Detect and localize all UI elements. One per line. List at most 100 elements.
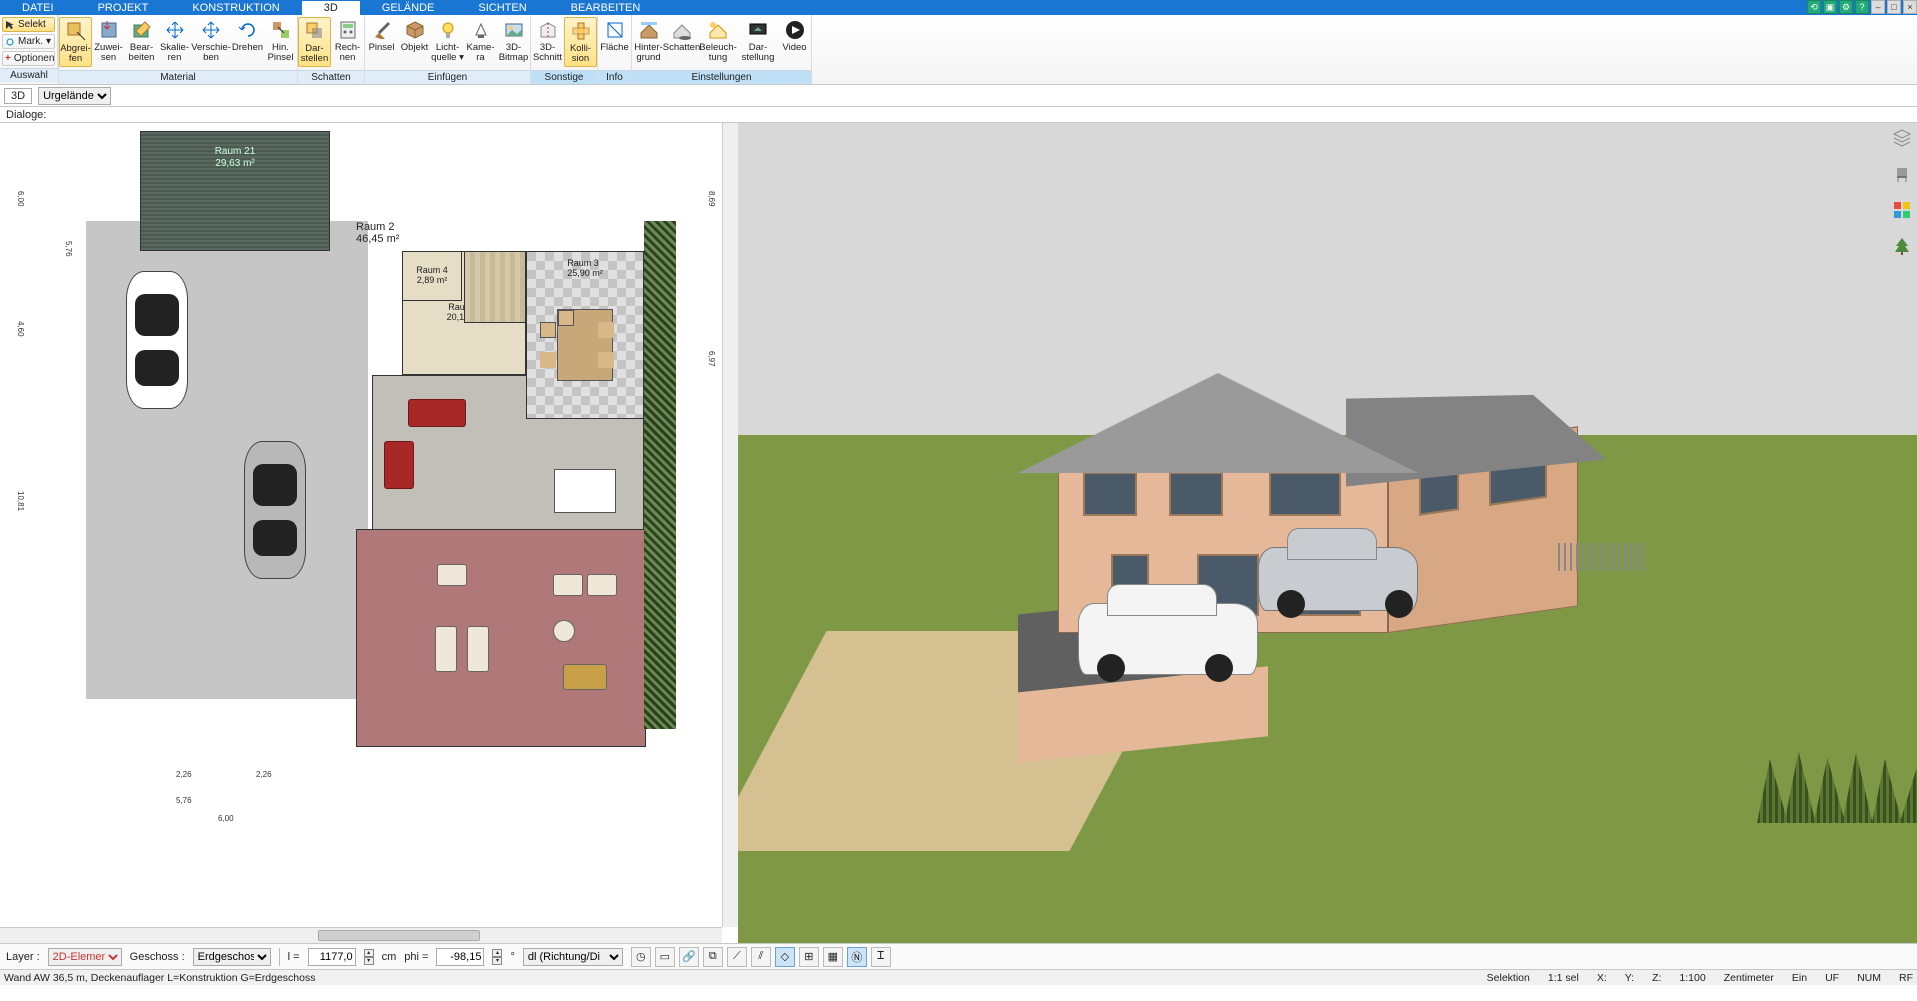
status-z: Z:	[1652, 972, 1661, 984]
phi-label: phi =	[404, 951, 428, 963]
maximize-icon[interactable]: □	[1887, 0, 1901, 14]
status-unit: Zentimeter	[1724, 972, 1774, 984]
minimize-icon[interactable]: –	[1871, 0, 1885, 14]
garage-roof: Raum 2129,63 m²	[140, 131, 330, 251]
snap-circle-icon[interactable]: Ⓝ	[847, 947, 867, 967]
sync-icon[interactable]: ⟲	[1807, 0, 1821, 14]
3d-bitmap-button[interactable]: 3D- Bitmap	[497, 17, 530, 65]
tree-icon[interactable]	[1891, 235, 1913, 257]
snap-parallel-icon[interactable]: ⫽	[751, 947, 771, 967]
floorplan-view[interactable]: Raum 2129,63 m² Raum 120,11 m² Raum 42,8…	[0, 123, 738, 943]
darstellen-button[interactable]: Dar- stellen	[298, 17, 331, 67]
status-y: Y:	[1625, 972, 1634, 984]
snap-endpoint-icon[interactable]: ◇	[775, 947, 795, 967]
status-x: X:	[1597, 972, 1607, 984]
group-label-sonstige: Sonstige	[531, 70, 597, 84]
3d-schnitt-button[interactable]: 3D- Schnitt	[531, 17, 564, 65]
close-icon[interactable]: ×	[1903, 0, 1917, 14]
window-controls: ⟲ ▣ ⚙ ? – □ ×	[1807, 0, 1917, 14]
snap-grid2-icon[interactable]: ▦	[823, 947, 843, 967]
boxes-icon[interactable]: ⧉	[703, 947, 723, 967]
dim-label: 6,97	[707, 351, 716, 367]
layer-dropdown[interactable]: Urgelände	[38, 87, 111, 105]
link-icon[interactable]: 🔗	[679, 947, 699, 967]
pinsel-button[interactable]: Pinsel	[365, 17, 398, 55]
scrollbar-vertical[interactable]	[722, 123, 738, 927]
sofa-2	[384, 441, 414, 489]
lichtquelle-button[interactable]: Licht- quelle ▾	[431, 17, 464, 65]
desk	[554, 469, 616, 513]
menu-tab-3d[interactable]: 3D	[302, 1, 360, 15]
menu-tab-konstruktion[interactable]: KONSTRUKTION	[170, 1, 301, 15]
menu-tab-datei[interactable]: DATEI	[0, 1, 76, 15]
3d-view[interactable]	[738, 123, 1917, 943]
snap-angle-icon[interactable]: ⟋	[727, 947, 747, 967]
darstellung-button[interactable]: Dar- stellung	[738, 17, 778, 65]
monitor-icon[interactable]: ▭	[655, 947, 675, 967]
menu-tab-bearbeiten[interactable]: BEARBEITEN	[549, 1, 663, 15]
abgreifen-button[interactable]: Abgrei- fen	[59, 17, 92, 67]
group-label-material: Material	[59, 70, 297, 84]
box-icon[interactable]: ▣	[1823, 0, 1837, 14]
options-button[interactable]: +Optionen	[2, 51, 55, 66]
group-label-einfugen: Einfügen	[365, 70, 530, 84]
sofa-1	[408, 399, 466, 427]
room-2-label: Raum 246,45 m²	[356, 221, 646, 245]
objekt-button[interactable]: Objekt	[398, 17, 431, 55]
gear-icon[interactable]: ⚙	[1839, 0, 1853, 14]
status-ein: Ein	[1792, 972, 1807, 984]
scrollbar-horizontal[interactable]	[0, 927, 722, 943]
skalieren-button[interactable]: Skalie- ren	[158, 17, 191, 65]
mark-button[interactable]: Mark. ▾	[2, 34, 55, 49]
right-toolbar	[1889, 127, 1915, 257]
flaeche-button[interactable]: Fläche	[598, 17, 631, 55]
group-label-schatten: Schatten	[298, 70, 364, 84]
staircase	[464, 251, 526, 323]
geschoss-select[interactable]: Erdgeschos	[193, 948, 271, 966]
dim-label: 4,60	[16, 321, 25, 337]
beleuchtung-button[interactable]: Beleuch- tung	[698, 17, 738, 65]
palette-icon[interactable]	[1891, 199, 1913, 221]
phi-unit: °	[510, 951, 514, 963]
status-scale: 1:1 sel	[1548, 972, 1579, 984]
length-spinner[interactable]: ▴▾	[364, 949, 374, 965]
schatten-einst-button[interactable]: Schatten	[665, 17, 698, 55]
layer-select[interactable]: 2D-Elemen	[48, 948, 122, 966]
cursor-icon[interactable]: Ꮖ	[871, 947, 891, 967]
length-input[interactable]	[308, 948, 356, 966]
ribbon-selection-panel: Selekt Mark. ▾ +Optionen	[0, 15, 58, 68]
phi-input[interactable]	[436, 948, 484, 966]
zuweisen-button[interactable]: Zuwei- sen	[92, 17, 125, 65]
dim-label: 2,26	[256, 770, 272, 779]
bearbeiten-button[interactable]: Bear- beiten	[125, 17, 158, 65]
menu-tab-sichten[interactable]: SICHTEN	[456, 1, 548, 15]
status-left: Wand AW 36,5 m, Deckenauflager L=Konstru…	[4, 972, 315, 984]
dim-label: 6,00	[16, 191, 25, 207]
hintergrund-button[interactable]: Hinter- grund	[632, 17, 665, 65]
kollision-button[interactable]: Kolli- sion	[564, 17, 597, 67]
snap-icons: ◷ ▭ 🔗 ⧉ ⟋ ⫽ ◇ ⊞ ▦ Ⓝ Ꮖ	[631, 947, 891, 967]
video-button[interactable]: Video	[778, 17, 811, 55]
drehen-button[interactable]: Drehen	[231, 17, 264, 55]
layer-label: Layer :	[6, 951, 40, 963]
chair-icon[interactable]	[1891, 163, 1913, 185]
dialoge-bar: Dialoge:	[0, 107, 1917, 123]
status-bar: Wand AW 36,5 m, Deckenauflager L=Konstru…	[0, 969, 1917, 985]
kamera-button[interactable]: Kame- ra	[464, 17, 497, 65]
clock-icon[interactable]: ◷	[631, 947, 651, 967]
layers-icon[interactable]	[1891, 127, 1913, 149]
car-3d-silver	[1258, 547, 1418, 611]
help-icon[interactable]: ?	[1855, 0, 1869, 14]
dl-select[interactable]: dl (Richtung/Di	[523, 948, 623, 966]
menu-tab-gelaende[interactable]: GELÄNDE	[360, 1, 457, 15]
rechnen-button[interactable]: Rech- nen	[331, 17, 364, 65]
hinpinsel-button[interactable]: Hin. Pinsel	[264, 17, 297, 65]
phi-spinner[interactable]: ▴▾	[492, 949, 502, 965]
car-grey	[244, 441, 306, 579]
verschieben-button[interactable]: Verschie- ben	[191, 17, 231, 65]
room-4: Raum 42,89 m²	[402, 251, 462, 301]
snap-grid1-icon[interactable]: ⊞	[799, 947, 819, 967]
select-button[interactable]: Selekt	[2, 17, 55, 32]
view-mode-3d[interactable]: 3D	[4, 88, 32, 104]
menu-tab-projekt[interactable]: PROJEKT	[76, 1, 171, 15]
